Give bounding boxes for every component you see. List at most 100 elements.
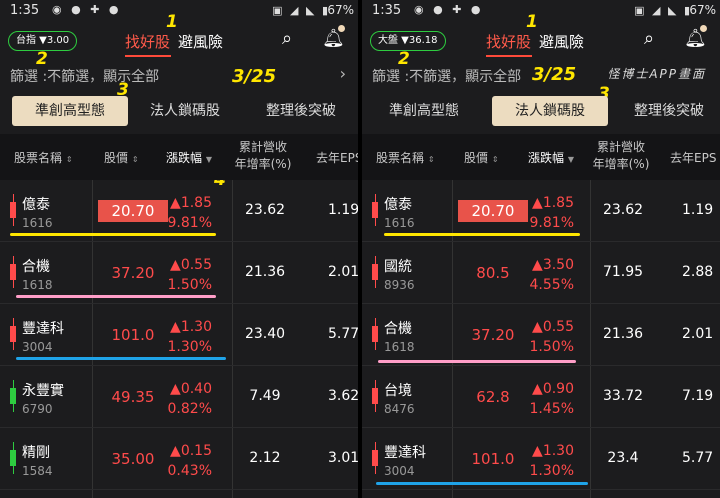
watermark-text: 怪博士APP畫面 [607, 67, 706, 81]
subtab-institutional[interactable]: 法人鎖碼股 [492, 96, 608, 126]
col-price[interactable]: 股價 ⇕ [464, 149, 499, 166]
table-row[interactable]: 精剛 1584 35.00 ▲0.15 0.43% 2.12 3.01 [0, 428, 358, 490]
stock-code: 8936 [384, 278, 415, 292]
price-change: ▲3.50 4.55% [529, 257, 574, 293]
battery-level: 67% [327, 3, 354, 17]
col-stock-name[interactable]: 股票名稱 ⇕ [14, 149, 73, 166]
index-badge[interactable]: 大盤 ▼36.18 [370, 31, 446, 51]
col-revenue-growth[interactable]: 累計營收 年增率(%) [592, 139, 650, 173]
stock-code: 8476 [384, 402, 415, 416]
notification-dot [338, 25, 345, 32]
status-time: 1:35 [372, 3, 402, 18]
last-year-eps: 3.01 [328, 450, 358, 466]
last-year-eps: 5.77 [328, 326, 358, 342]
revenue-growth: 21.36 [602, 326, 644, 342]
notification-icons: ◉ ● ✚ ● [52, 3, 122, 16]
search-icon[interactable]: ⌕ [644, 28, 654, 49]
revenue-growth: 23.40 [244, 326, 286, 342]
subtab-breakout[interactable]: 整理後突破 [246, 96, 356, 126]
col-eps[interactable]: 去年EPS [670, 149, 716, 166]
subtab-breakout[interactable]: 整理後突破 [614, 96, 720, 126]
col-price[interactable]: 股價 ⇕ [104, 149, 139, 166]
table-row[interactable]: 國統 8936 80.5 ▲3.50 4.55% 71.95 2.88 [362, 242, 720, 304]
price-change: ▲0.55 1.50% [167, 257, 212, 293]
right-screen: 1:35 ◉ ● ✚ ● ▣ ◢ ◣ ▮ 67% 大盤 ▼36.18 找好股 避… [362, 0, 720, 498]
last-year-eps: 1.19 [682, 202, 714, 218]
search-icon[interactable]: ⌕ [282, 28, 292, 49]
status-time: 1:35 [10, 3, 40, 18]
annotation-1: 1 [166, 12, 178, 32]
chevron-right-icon[interactable]: › [340, 64, 346, 83]
candlestick-icon [10, 326, 16, 342]
last-year-eps: 2.01 [328, 264, 358, 280]
subtab-near-high[interactable]: 準創高型態 [366, 96, 482, 126]
col-change-pct[interactable]: 漲跌幅 ▼ [166, 149, 212, 166]
stock-code: 1618 [22, 278, 53, 292]
stock-code: 1584 [22, 464, 53, 478]
price-change: ▲1.85 9.81% [529, 195, 574, 231]
stock-name: 豐達科 [22, 321, 64, 337]
revenue-growth: 21.36 [244, 264, 286, 280]
status-bar: 1:35 ◉ ● ✚ ● ▣ ◢ ◣ ▮ 67% [362, 0, 720, 22]
revenue-growth: 23.62 [602, 202, 644, 218]
col-change-pct[interactable]: 漲跌幅 ▼ [528, 149, 574, 166]
last-year-eps: 3.62 [328, 388, 358, 404]
annotation-date: 3/25 [532, 64, 577, 85]
candlestick-icon [10, 388, 16, 404]
stock-code: 1618 [384, 340, 415, 354]
table-row[interactable]: 豐達科 3004 101.0 ▲1.30 1.30% 23.4 5.77 [362, 428, 720, 490]
last-year-eps: 1.19 [328, 202, 358, 218]
tab-find-good-stocks[interactable]: 找好股 [486, 31, 531, 52]
stock-name: 合機 [22, 259, 50, 275]
stock-code: 1616 [384, 216, 415, 230]
tab-avoid-risk[interactable]: 避風險 [178, 31, 223, 52]
signal-icons: ▣ ◢ ◣ ▮ [634, 4, 692, 17]
stock-code: 3004 [384, 464, 415, 478]
table-row[interactable]: 台境 8476 62.8 ▲0.90 1.45% 33.72 7.19 [362, 366, 720, 428]
price-change: ▲0.15 0.43% [167, 443, 212, 479]
revenue-growth: 71.95 [602, 264, 644, 280]
filter-text[interactable]: 篩選 :不篩選，顯示全部 [10, 66, 159, 86]
stock-name: 合機 [384, 321, 412, 337]
price-change: ▲0.55 1.50% [529, 319, 574, 355]
highlight-line-yellow [384, 233, 580, 236]
annotation-date: 3/25 [232, 66, 277, 87]
last-year-eps: 2.88 [682, 264, 714, 280]
index-badge[interactable]: 台指 ▼3.00 [8, 31, 78, 51]
price-change: ▲0.90 1.45% [529, 381, 574, 417]
stock-name: 豐達科 [384, 445, 426, 461]
price-change: ▲1.85 9.81% [167, 195, 212, 231]
candlestick-icon [10, 450, 16, 466]
status-bar: 1:35 ◉ ● ✚ ● ▣ ◢ ◣ ▮ 67% [0, 0, 358, 22]
revenue-growth: 23.62 [244, 202, 286, 218]
table-header: 股票名稱 ⇕ 股價 ⇕ 漲跌幅 ▼ 累計營收 年增率(%) 去年EPS [362, 134, 720, 180]
last-year-eps: 7.19 [682, 388, 714, 404]
col-revenue-growth[interactable]: 累計營收 年增率(%) [234, 139, 292, 173]
last-year-eps: 5.77 [682, 450, 714, 466]
tab-find-good-stocks[interactable]: 找好股 [125, 31, 170, 52]
table-row[interactable]: 合機 1618 37.20 ▲0.55 1.50% 21.36 2.01 [362, 304, 720, 366]
candlestick-icon [372, 202, 378, 218]
notification-dot [700, 25, 707, 32]
col-stock-name[interactable]: 股票名稱 ⇕ [376, 149, 435, 166]
active-tab-underline [125, 55, 171, 57]
subtab-institutional[interactable]: 法人鎖碼股 [130, 96, 240, 126]
last-year-eps: 2.01 [682, 326, 714, 342]
highlight-line-pink [378, 360, 576, 363]
subtab-near-high[interactable]: 準創高型態 [12, 96, 128, 126]
revenue-growth: 2.12 [249, 450, 281, 466]
tab-avoid-risk[interactable]: 避風險 [539, 31, 584, 52]
highlight-line-pink [16, 295, 216, 298]
candlestick-icon [372, 450, 378, 466]
battery-level: 67% [689, 3, 716, 17]
stock-name: 精剛 [22, 445, 50, 461]
left-screen: 1:35 ◉ ● ✚ ● ▣ ◢ ◣ ▮ 67% 台指 ▼3.00 找好股 避風… [0, 0, 358, 498]
filter-text[interactable]: 篩選 :不篩選，顯示全部 [372, 66, 521, 86]
table-header: 股票名稱 ⇕ 股價 ⇕ 漲跌幅 ▼ 累計營收 年增率(%) 去年EPS [0, 134, 358, 180]
highlight-line-blue [16, 357, 226, 360]
active-tab-underline [486, 55, 532, 57]
col-eps[interactable]: 去年EPS [316, 149, 358, 166]
table-row[interactable]: 永豐實 6790 49.35 ▲0.40 0.82% 7.49 3.62 [0, 366, 358, 428]
revenue-growth: 33.72 [602, 388, 644, 404]
revenue-growth: 23.4 [607, 450, 639, 466]
